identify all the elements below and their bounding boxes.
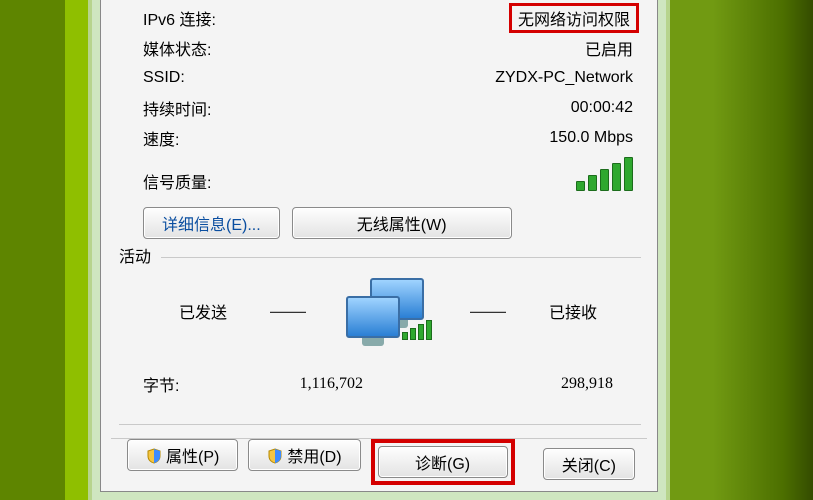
dialog-footer: 关闭(C) (543, 448, 635, 480)
details-button[interactable]: 详细信息(E)... (143, 207, 280, 239)
activity-grid: 已发送 —— —— 已接收 (143, 278, 633, 344)
disable-button[interactable]: 禁用(D) (248, 439, 360, 471)
activity-heading: 活动 (119, 243, 161, 267)
separator (119, 424, 641, 425)
window-glass-frame: IPv6 连接: 无网络访问权限 媒体状态: 已启用 SSID: ZYDX-PC… (88, 0, 670, 500)
network-monitors-icon (346, 278, 430, 344)
wireless-properties-button[interactable]: 无线属性(W) (292, 207, 512, 239)
shield-icon (267, 448, 283, 464)
speed-value: 150.0 Mbps (549, 129, 633, 147)
properties-button[interactable]: 属性(P) (127, 439, 238, 471)
bytes-received-value: 298,918 (433, 375, 633, 393)
duration-value: 00:00:42 (571, 99, 633, 117)
media-state-label: 媒体状态: (143, 36, 211, 60)
desktop-background: IPv6 连接: 无网络访问权限 媒体状态: 已启用 SSID: ZYDX-PC… (0, 0, 813, 500)
diagnose-button[interactable]: 诊断(G) (378, 446, 508, 478)
signal-bars-icon (576, 157, 633, 191)
close-button[interactable]: 关闭(C) (543, 448, 635, 480)
signal-label: 信号质量: (143, 169, 211, 193)
properties-button-label: 属性(P) (166, 449, 219, 466)
dash-right: —— (463, 301, 513, 322)
diagnose-highlight: 诊断(G) (371, 439, 515, 485)
signal-row: 信号质量: (143, 155, 633, 193)
activity-icon-cell (313, 278, 463, 344)
received-label: 已接收 (513, 299, 633, 323)
activity-separator: 活动 (119, 257, 641, 258)
dash-left: —— (263, 301, 313, 322)
ssid-row: SSID: ZYDX-PC_Network (143, 63, 633, 93)
ssid-label: SSID: (143, 69, 185, 87)
bytes-row: 字节: 1,116,702 298,918 (143, 372, 633, 396)
info-button-row: 详细信息(E)... 无线属性(W) (143, 207, 633, 239)
bytes-label: 字节: (143, 372, 253, 396)
bytes-sent-value: 1,116,702 (253, 375, 433, 393)
ipv6-value: 无网络访问权限 (509, 3, 639, 33)
speed-row: 速度: 150.0 Mbps (143, 123, 633, 153)
ipv6-row: IPv6 连接: 无网络访问权限 (143, 3, 633, 33)
sent-label: 已发送 (143, 299, 263, 323)
network-status-dialog: IPv6 连接: 无网络访问权限 媒体状态: 已启用 SSID: ZYDX-PC… (100, 0, 658, 492)
shield-icon (146, 448, 162, 464)
ipv6-label: IPv6 连接: (143, 6, 216, 30)
media-state-row: 媒体状态: 已启用 (143, 33, 633, 63)
speed-label: 速度: (143, 126, 179, 150)
duration-label: 持续时间: (143, 96, 211, 120)
duration-row: 持续时间: 00:00:42 (143, 93, 633, 123)
ssid-value: ZYDX-PC_Network (495, 69, 633, 87)
disable-button-label: 禁用(D) (287, 449, 341, 466)
media-state-value: 已启用 (585, 36, 633, 60)
footer-separator (111, 438, 647, 439)
